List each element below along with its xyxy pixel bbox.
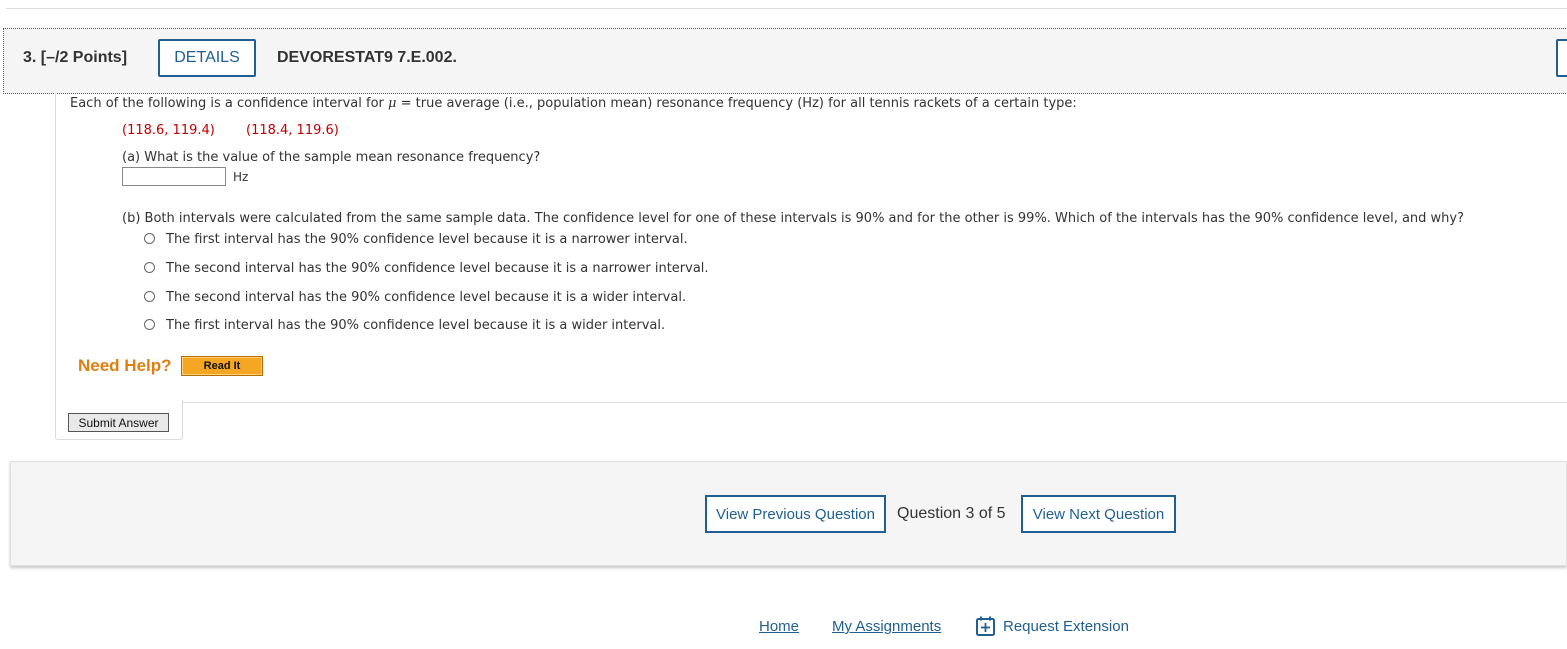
question-number-points: 3. [–/2 Points] [23,49,128,66]
header-right-button[interactable] [1556,39,1567,77]
view-previous-question-button[interactable]: View Previous Question [705,495,886,533]
part-b-question: (b) Both intervals were calculated from … [122,211,1465,226]
calendar-plus-icon[interactable] [976,616,995,636]
option-2-label[interactable]: The second interval has the 90% confiden… [166,261,709,276]
prompt-post: = true average (i.e., population mean) r… [396,96,1077,111]
prompt-pre: Each of the following is a confidence in… [70,96,389,111]
home-link[interactable]: Home [759,618,799,635]
option-1-radio[interactable] [144,233,155,244]
submit-answer-button[interactable]: Submit Answer [68,413,169,432]
question-code: DEVORESTAT9 7.E.002. [277,49,457,66]
request-extension-link[interactable]: Request Extension [1003,618,1129,635]
question-prompt: Each of the following is a confidence in… [70,96,1077,111]
unit-label: Hz [233,170,249,184]
part-a-question: (a) What is the value of the sample mean… [122,150,541,165]
interval-1: (118.6, 119.4) [122,123,215,138]
option-2-radio[interactable] [144,262,155,273]
sample-mean-input[interactable] [122,167,226,186]
option-3-label[interactable]: The second interval has the 90% confiden… [166,290,686,305]
view-next-question-button[interactable]: View Next Question [1021,495,1176,533]
option-4-label[interactable]: The first interval has the 90% confidenc… [166,318,665,333]
option-1-label[interactable]: The first interval has the 90% confidenc… [166,232,688,247]
option-4-radio[interactable] [144,319,155,330]
need-help-label: Need Help? [78,356,172,375]
top-divider [6,8,1567,9]
interval-2: (118.4, 119.6) [246,123,339,138]
submit-divider [183,402,1567,403]
my-assignments-link[interactable]: My Assignments [832,618,941,635]
read-it-button[interactable]: Read It [181,356,263,376]
question-counter: Question 3 of 5 [897,505,1006,522]
details-button[interactable]: DETAILS [158,39,256,77]
option-3-radio[interactable] [144,291,155,302]
